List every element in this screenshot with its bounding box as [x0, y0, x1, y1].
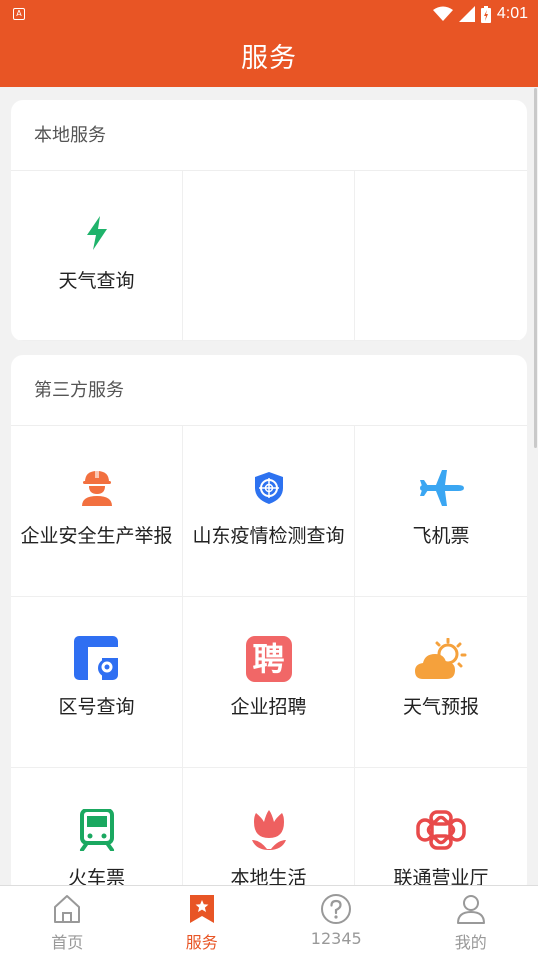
- local-services-card: 本地服务 天气查询: [11, 100, 527, 341]
- service-unicom-hall[interactable]: 联通营业厅: [355, 768, 527, 895]
- tab-services[interactable]: 服务: [135, 886, 270, 954]
- section-title: 本地服务: [34, 125, 106, 146]
- user-icon: [456, 895, 485, 924]
- app-bar: 服务: [0, 28, 538, 87]
- service-label: 飞机票: [412, 525, 470, 547]
- notification-icon: A: [13, 8, 25, 20]
- service-weather-query[interactable]: 天气查询: [11, 171, 183, 341]
- service-flight-ticket[interactable]: 飞机票: [355, 426, 527, 597]
- weather-cloud-sun-icon: [415, 638, 467, 679]
- empty-cell: [355, 171, 527, 341]
- section-title: 第三方服务: [34, 380, 124, 401]
- location-map-icon: [73, 636, 118, 680]
- service-weather-forecast[interactable]: 天气预报: [355, 597, 527, 768]
- empty-cell: [183, 171, 355, 341]
- service-label: 山东疫情检测查询: [192, 525, 345, 547]
- tulip-icon: [251, 810, 286, 850]
- service-local-life[interactable]: 本地生活: [183, 768, 355, 895]
- service-safety-report[interactable]: 企业安全生产举报: [11, 426, 183, 597]
- status-bar: A 4:01: [0, 0, 538, 28]
- unicom-knot-icon: [416, 810, 466, 850]
- recruit-icon: 聘: [245, 636, 292, 682]
- service-epidemic-test-query[interactable]: 山东疫情检测查询: [183, 426, 355, 597]
- tab-label: 我的: [454, 933, 487, 952]
- tab-label: 服务: [185, 933, 218, 952]
- service-label: 天气查询: [58, 270, 135, 292]
- tab-home[interactable]: 首页: [0, 886, 135, 954]
- signal-icon: [458, 6, 475, 22]
- section-header: 第三方服务: [11, 355, 527, 426]
- section-header: 本地服务: [11, 100, 527, 171]
- service-label: 企业招聘: [230, 696, 307, 718]
- train-icon: [79, 809, 114, 851]
- bottom-tab-bar: 首页 服务 12345 我的: [0, 885, 538, 954]
- worker-icon: [81, 471, 112, 506]
- shield-target-icon: [254, 472, 283, 504]
- question-circle-icon: [321, 894, 352, 924]
- tab-mine[interactable]: 我的: [404, 886, 538, 954]
- service-label: 区号查询: [58, 696, 135, 718]
- recruit-icon-text: 聘: [252, 640, 285, 678]
- service-train-ticket[interactable]: 火车票: [11, 768, 183, 895]
- service-grid: 天气查询: [11, 171, 527, 341]
- service-label: 天气预报: [402, 696, 479, 718]
- tab-label: 首页: [51, 933, 84, 952]
- tab-label: 12345: [310, 929, 362, 948]
- page-title: 服务: [241, 43, 297, 74]
- clock: 4:01: [496, 5, 528, 22]
- service-area-code-query[interactable]: 区号查询: [11, 597, 183, 768]
- service-label: 企业安全生产举报: [20, 525, 173, 547]
- bookmark-star-icon: [189, 895, 214, 923]
- airplane-icon: [420, 470, 464, 506]
- wifi-icon: [432, 6, 453, 21]
- scrollbar[interactable]: [534, 88, 537, 448]
- home-icon: [54, 895, 81, 923]
- tab-12345[interactable]: 12345: [269, 886, 404, 954]
- battery-icon: [480, 5, 491, 23]
- third-party-services-card: 第三方服务 企业安全生产举报 山东疫情检测查询 飞机票 区号查询 聘 企业招聘 …: [11, 355, 527, 895]
- service-job-recruitment[interactable]: 聘 企业招聘: [183, 597, 355, 768]
- lightning-icon: [86, 216, 107, 250]
- service-grid: 企业安全生产举报 山东疫情检测查询 飞机票 区号查询 聘 企业招聘 天气预报 火…: [11, 426, 527, 895]
